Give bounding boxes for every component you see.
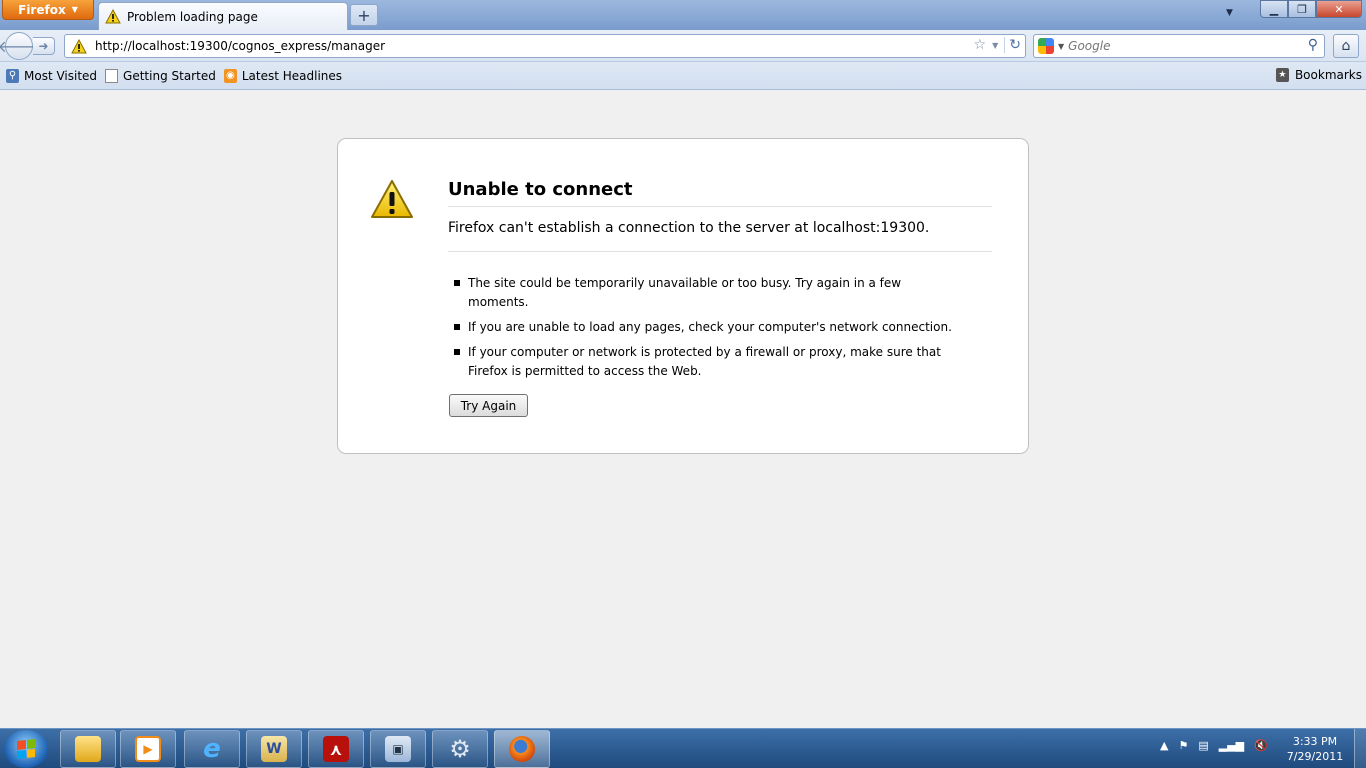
dropdown-arrow-icon: ▼ <box>71 5 78 14</box>
title-bar: Firefox ▼ Problem loading page + ▼ ▁ ❐ ✕ <box>0 0 1366 30</box>
bookmark-star-icon[interactable]: ☆ <box>974 37 987 53</box>
taskbar-internet-explorer[interactable]: e <box>184 730 240 768</box>
windows-taskbar: ▶ e W ⋏ ▣ ⚙ ▲ ⚑ ▤ ▂▄▆ 🔇 3:33 PM 7/29/201… <box>0 728 1366 768</box>
usb-device-icon[interactable]: ▤ <box>1198 739 1208 752</box>
navigation-toolbar: 🡐 ➜ http://localhost:19300/cognos_expres… <box>0 30 1366 62</box>
bookmarks-menu-label: Bookmarks <box>1294 68 1362 82</box>
back-button[interactable]: 🡐 <box>0 32 40 60</box>
show-hidden-icons-icon[interactable]: ▲ <box>1160 739 1168 752</box>
taskbar-clock[interactable]: 3:33 PM 7/29/2011 <box>1282 734 1348 764</box>
clock-date: 7/29/2011 <box>1286 750 1344 763</box>
try-again-button[interactable]: Try Again <box>449 394 528 417</box>
error-page-container: Unable to connect Firefox can't establis… <box>337 138 1029 454</box>
search-engine-dropdown-icon[interactable]: ▼ <box>1058 42 1064 51</box>
forward-button[interactable]: ➜ <box>33 37 55 55</box>
bookmark-label: Most Visited <box>24 68 98 83</box>
taskbar-adobe-reader[interactable]: ⋏ <box>308 730 364 768</box>
firefox-icon <box>509 736 535 762</box>
site-warning-icon <box>71 38 87 53</box>
minimize-button[interactable]: ▁ <box>1260 0 1288 18</box>
network-signal-icon[interactable]: ▂▄▆ <box>1219 739 1244 752</box>
gear-icon: ⚙ <box>449 735 471 763</box>
show-desktop-button[interactable] <box>1354 729 1366 768</box>
warning-icon <box>105 9 121 24</box>
bookmark-label: Getting Started <box>123 68 216 83</box>
tab-title: Problem loading page <box>127 9 258 24</box>
volume-muted-icon[interactable]: 🔇 <box>1254 739 1268 752</box>
taskbar-firefox[interactable] <box>494 730 550 768</box>
tab-problem-loading-page[interactable]: Problem loading page <box>98 2 348 30</box>
bookmark-getting-started[interactable]: Getting Started <box>105 68 216 83</box>
bookmark-most-visited[interactable]: ⚲ Most Visited <box>6 68 98 83</box>
folder-icon <box>75 736 101 762</box>
bookmark-latest-headlines[interactable]: ◉ Latest Headlines <box>223 68 343 83</box>
taskbar-word[interactable]: W <box>246 730 302 768</box>
url-bar-actions: ☆ ▼ ↻ <box>974 37 1021 53</box>
firefox-menu-button[interactable]: Firefox ▼ <box>2 0 94 20</box>
url-bar[interactable]: http://localhost:19300/cognos_express/ma… <box>64 34 1026 58</box>
search-bar: ▼ ⚲ <box>1033 34 1325 58</box>
bookmarks-toolbar: ⚲ Most Visited Getting Started ◉ Latest … <box>0 62 1366 90</box>
error-title: Unable to connect <box>448 179 992 207</box>
forward-arrow-icon: ➜ <box>38 39 49 53</box>
remote-desktop-icon: ▣ <box>385 736 411 762</box>
system-tray: ▲ ⚑ ▤ ▂▄▆ 🔇 <box>1160 739 1268 752</box>
word-icon: W <box>261 736 287 762</box>
list-item: The site could be temporarily unavailabl… <box>454 274 954 312</box>
google-icon[interactable] <box>1038 38 1054 54</box>
home-icon: ⌂ <box>1341 38 1351 54</box>
windows-logo-icon <box>17 739 35 759</box>
reload-icon[interactable]: ↻ <box>1004 37 1021 53</box>
restore-button[interactable]: ❐ <box>1288 0 1316 18</box>
most-visited-icon: ⚲ <box>6 68 19 83</box>
url-history-dropdown-icon[interactable]: ▼ <box>992 41 998 50</box>
media-player-icon: ▶ <box>135 736 161 762</box>
firefox-menu-label: Firefox <box>18 2 66 17</box>
bookmarks-menu-button[interactable]: ★ Bookmarks <box>1275 68 1362 82</box>
rss-icon: ◉ <box>223 68 237 83</box>
bookmarks-star-icon: ★ <box>1275 68 1289 82</box>
taskbar-file-explorer[interactable] <box>60 730 116 768</box>
taskbar-media-player[interactable]: ▶ <box>120 730 176 768</box>
bookmark-label: Latest Headlines <box>241 68 343 83</box>
clock-time: 3:33 PM <box>1292 735 1338 748</box>
error-description: Firefox can't establish a connection to … <box>448 220 992 252</box>
taskbar-remote-desktop[interactable]: ▣ <box>370 730 426 768</box>
list-all-tabs-icon[interactable]: ▼ <box>1226 8 1233 18</box>
new-tab-button[interactable]: + <box>350 4 378 26</box>
window-controls: ▁ ❐ ✕ <box>1260 0 1362 18</box>
internet-explorer-icon: e <box>203 734 221 764</box>
url-text[interactable]: http://localhost:19300/cognos_express/ma… <box>95 39 385 53</box>
close-window-button[interactable]: ✕ <box>1316 0 1362 18</box>
adobe-reader-icon: ⋏ <box>323 736 349 762</box>
large-warning-icon <box>371 180 413 218</box>
search-magnifier-icon[interactable]: ⚲ <box>1308 37 1318 53</box>
page-icon <box>105 68 119 83</box>
start-button[interactable] <box>4 730 48 768</box>
home-button[interactable]: ⌂ <box>1333 34 1359 58</box>
taskbar-settings[interactable]: ⚙ <box>432 730 488 768</box>
list-item: If you are unable to load any pages, che… <box>454 318 954 337</box>
error-suggestions-list: The site could be temporarily unavailabl… <box>454 274 954 387</box>
list-item: If your computer or network is protected… <box>454 343 954 381</box>
action-center-flag-icon[interactable]: ⚑ <box>1178 739 1188 752</box>
search-input[interactable] <box>1068 39 1299 53</box>
